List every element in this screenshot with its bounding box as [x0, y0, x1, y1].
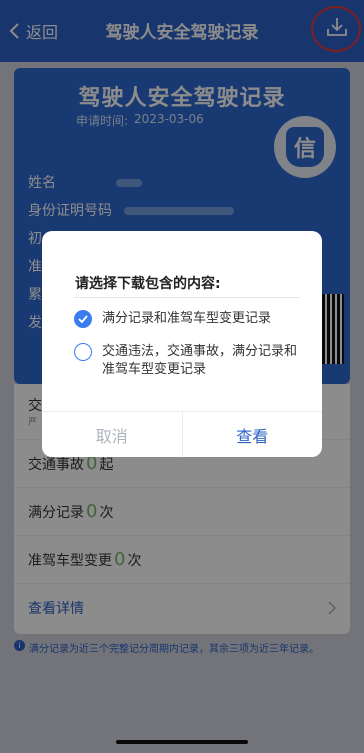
checked-circle-icon — [74, 310, 92, 328]
option-label: 交通违法，交通事故，满分记录和准驾车型变更记录 — [102, 344, 298, 377]
option-all-records[interactable]: 交通违法，交通事故，满分记录和准驾车型变更记录 — [74, 343, 298, 379]
option-label: 满分记录和准驾车型变更记录 — [102, 311, 272, 326]
cancel-button[interactable]: 取消 — [42, 412, 183, 457]
view-button[interactable]: 查看 — [183, 412, 323, 457]
dialog-title: 请选择下载包含的内容: — [75, 276, 221, 292]
divider — [74, 297, 300, 298]
dialog-footer: 取消 查看 — [42, 411, 322, 457]
unchecked-circle-icon — [74, 343, 92, 361]
download-options-dialog: 请选择下载包含的内容: 满分记录和准驾车型变更记录 交通违法，交通事故，满分记录… — [42, 231, 322, 457]
option-fullscore-vehicle[interactable]: 满分记录和准驾车型变更记录 — [74, 310, 298, 328]
